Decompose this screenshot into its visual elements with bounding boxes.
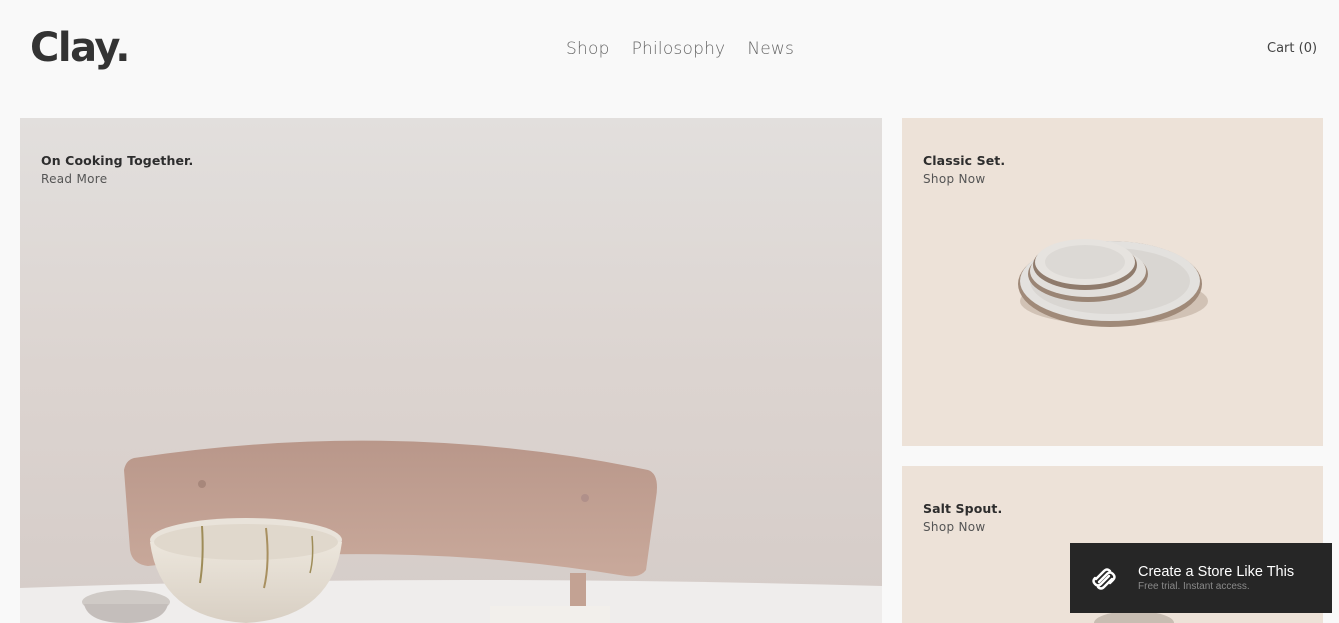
create-store-banner[interactable]: Create a Store Like This Free trial. Ins… [1070, 543, 1332, 613]
hero-title: On Cooking Together. [41, 153, 194, 168]
create-store-title: Create a Store Like This [1138, 564, 1295, 580]
classic-set-panel[interactable]: Classic Set. Shop Now [902, 118, 1323, 446]
site-logo[interactable]: Clay. [30, 24, 130, 72]
main-nav: Shop Philosophy News [566, 38, 794, 60]
hero-image [20, 118, 882, 623]
squarespace-logo-icon [1092, 568, 1116, 590]
cart-link[interactable]: Cart (0) [1267, 40, 1317, 58]
nav-item-philosophy[interactable]: Philosophy [632, 38, 726, 60]
read-more-link[interactable]: Read More [41, 171, 107, 187]
plates-image [1018, 239, 1208, 327]
hero-panel[interactable]: On Cooking Together. Read More [20, 118, 882, 623]
create-store-subtitle: Free trial. Instant access. [1138, 581, 1250, 592]
nav-item-news[interactable]: News [747, 38, 794, 60]
nav-item-shop[interactable]: Shop [566, 38, 610, 60]
